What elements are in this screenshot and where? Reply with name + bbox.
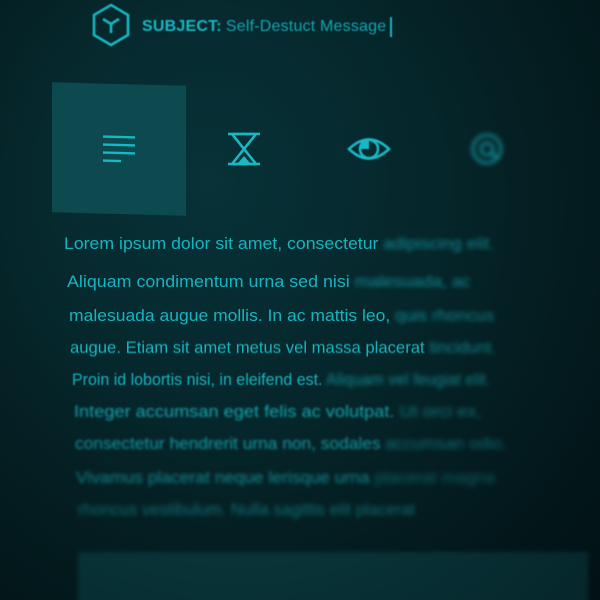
tab-visibility[interactable] (302, 84, 436, 214)
subject-value[interactable]: Self-Destuct Message (226, 18, 387, 36)
body-line: consectetur hendrerit urna non, sodales … (75, 434, 507, 453)
body-line: augue. Etiam sit amet metus vel massa pl… (70, 338, 496, 357)
subject-field[interactable]: SUBJECT: Self-Destuct Message (142, 17, 393, 37)
bottom-input-field[interactable] (78, 552, 588, 600)
body-line: rhoncus vestibulum. Nulla sagittis elit … (78, 500, 416, 519)
tab-message-text[interactable] (52, 82, 186, 216)
body-line: Lorem ipsum dolor sit amet, consectetur … (64, 234, 495, 253)
text-lines-icon (103, 135, 135, 163)
eye-icon (347, 138, 391, 160)
tab-timer[interactable] (177, 84, 311, 214)
body-line: Integer accumsan eget felis ac volutpat.… (74, 402, 482, 421)
tab-recipient[interactable] (420, 84, 554, 214)
body-line: malesuada augue mollis. In ac mattis leo… (69, 306, 495, 325)
text-cursor (390, 17, 393, 37)
at-sign-icon (471, 133, 503, 165)
subject-label: SUBJECT: (142, 18, 222, 35)
hourglass-icon (228, 132, 260, 166)
body-line: Aliquam condimentum urna sed nisi malesu… (67, 272, 471, 291)
tab-bar (52, 82, 554, 216)
app-frame: SUBJECT: Self-Destuct Message Lorem ipsu… (0, 0, 600, 600)
cube-icon (92, 3, 130, 47)
body-line: Vivamus placerat neque lerisque urna pla… (76, 468, 496, 487)
body-line: Proin id lobortis nisi, in eleifend est.… (72, 370, 491, 389)
message-header: SUBJECT: Self-Destuct Message (88, 2, 393, 48)
